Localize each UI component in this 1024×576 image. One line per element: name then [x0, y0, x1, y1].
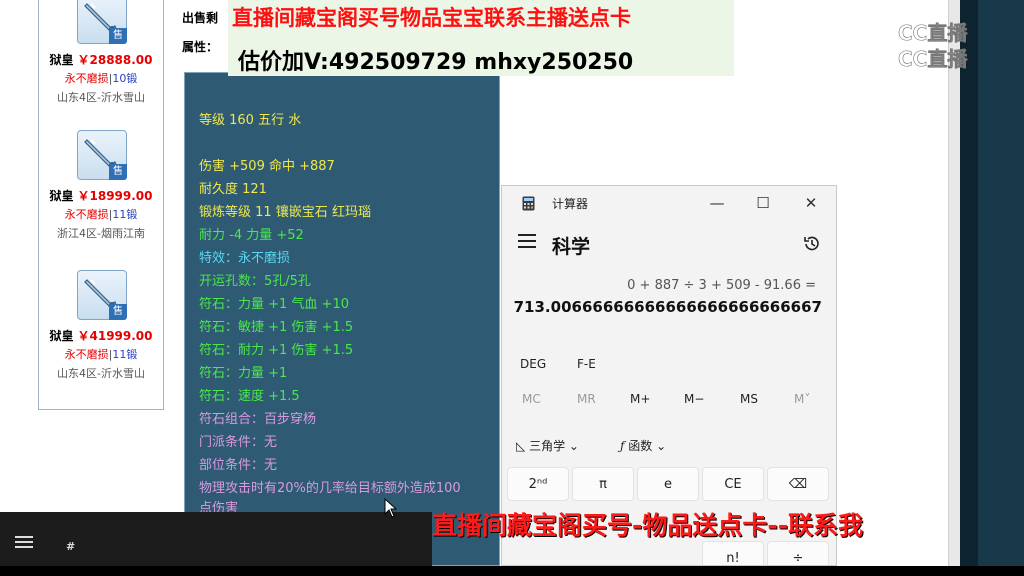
e-key[interactable]: e — [637, 467, 699, 501]
item-listing: 售狱皇 ￥28888.00 永不磨损|10锻 山东4区-沂水雪山售狱皇 ￥18999.0… — [38, 0, 164, 410]
stat-line: 符石组合：百步穿杨 — [199, 412, 317, 427]
sell-badge: 售 — [109, 28, 127, 44]
function-icon: ƒ — [620, 439, 625, 453]
item-server: 山东4区-沂水雪山 — [57, 91, 145, 104]
sell-badge: 售 — [109, 304, 127, 320]
chevron-down-icon: ⌄ — [656, 439, 667, 453]
item-thumbnail[interactable]: 售 — [77, 270, 127, 320]
item-price: ￥18999.00 — [77, 189, 153, 203]
item-durability: 永不磨损 — [64, 208, 109, 221]
item-name: 狱皇 — [49, 53, 74, 67]
item-forge-level: 10锻 — [112, 72, 138, 85]
stat-line: 符石：力量 +1 气血 +10 — [199, 297, 349, 312]
stat-line: 符石：力量 +1 — [199, 366, 288, 381]
bottom-edge — [0, 566, 1024, 576]
stat-line: 符石：耐力 +1 伤害 +1.5 — [199, 343, 354, 358]
stat-line: 符石：敏捷 +1 伤害 +1.5 — [199, 320, 354, 335]
deg-toggle[interactable]: DEG — [520, 357, 546, 371]
calculator-title: 计算器 — [552, 197, 589, 211]
close-button[interactable]: ✕ — [788, 190, 834, 216]
ms-button[interactable]: MS — [740, 392, 758, 406]
calculator-mode: 科学 — [552, 236, 591, 258]
function-label: 函数 — [628, 439, 653, 453]
stat-line: 特效：永不磨损 — [199, 251, 291, 266]
maximize-button[interactable]: ☐ — [740, 190, 786, 216]
stat-line: 部位条件：无 — [199, 458, 278, 473]
item-price: ￥41999.00 — [77, 329, 153, 343]
side-panel — [960, 0, 1024, 566]
item-name-price: 狱皇 ￥28888.00 — [39, 51, 163, 68]
factorial-key[interactable]: n! — [702, 541, 764, 565]
stat-line: 耐力 -4 力量 +52 — [199, 228, 304, 243]
second-key[interactable]: 2ⁿᵈ — [507, 467, 569, 501]
calculation-expression: 0 + 887 ÷ 3 + 509 - 91.66 = — [627, 278, 816, 293]
taskbar: # — [0, 512, 432, 566]
stream-banner: 直播间藏宝阁买号物品宝宝联系主播送点卡 估价加V:492509729 mhxy2… — [228, 0, 734, 76]
cc-live-logo: CC直播 CC直播 — [856, 10, 1016, 72]
divide-key[interactable]: ÷ — [767, 541, 829, 565]
backspace-key[interactable]: ⌫ — [767, 467, 829, 501]
sell-badge: 售 — [109, 164, 127, 180]
stat-line: 门派条件：无 — [199, 435, 278, 450]
stat-line: 开运孔数：5孔/5孔 — [199, 274, 311, 289]
item-thumbnail[interactable]: 售 — [77, 0, 127, 44]
pi-key[interactable]: π — [572, 467, 634, 501]
item-forge-level: 11锻 — [112, 348, 138, 361]
item-name: 狱皇 — [49, 329, 74, 343]
minimize-button[interactable]: — — [694, 190, 740, 216]
logo-text-bottom: CC直播 — [898, 47, 968, 71]
calculator-icon — [522, 196, 535, 211]
m-plus-button[interactable]: M+ — [630, 392, 650, 406]
item-name-price: 狱皇 ￥41999.00 — [39, 327, 163, 344]
banner-line2: 估价加V:492509729 mhxy250250 — [238, 50, 634, 75]
item-price: ￥28888.00 — [77, 53, 153, 67]
item-durability-row: 永不磨损|10锻 — [64, 72, 138, 85]
taskbar-hash-label[interactable]: # — [66, 540, 75, 553]
listing-item[interactable]: 售狱皇 ￥18999.00 永不磨损|11锻 浙江4区-烟雨江南 — [39, 130, 163, 260]
item-server: 山东4区-沂水雪山 — [57, 367, 145, 380]
mr-button[interactable]: MR — [577, 392, 596, 406]
m-minus-button[interactable]: M− — [684, 392, 704, 406]
ce-key[interactable]: CE — [702, 467, 764, 501]
seller-label: 出售剩 — [182, 11, 219, 25]
memory-list-button[interactable]: M˅ — [794, 392, 810, 406]
item-durability-row: 永不磨损|11锻 — [64, 208, 138, 221]
stat-line: 耐久度 121 — [199, 182, 267, 197]
item-durability: 永不磨损 — [64, 72, 109, 85]
chevron-down-icon: ⌄ — [568, 439, 579, 453]
item-thumbnail[interactable]: 售 — [77, 130, 127, 180]
item-stats-panel: 等级 160 五行 水伤害 +509 命中 +887 耐久度 121 锻炼等级 11… — [184, 72, 500, 566]
stat-line: 符石：速度 +1.5 — [199, 389, 300, 404]
trig-icon: ◺ — [516, 439, 526, 453]
menu-icon[interactable] — [518, 234, 536, 250]
stat-line: 伤害 +509 命中 +887 — [199, 159, 335, 174]
calculator-titlebar[interactable]: 计算器 — ☐ ✕ — [502, 186, 836, 220]
item-durability-row: 永不磨损|11锻 — [64, 348, 138, 361]
stat-line: 等级 160 五行 水 — [199, 113, 302, 128]
item-name-price: 狱皇 ￥18999.00 — [39, 187, 163, 204]
trig-dropdown[interactable]: ◺ 三角学 ⌄ — [516, 437, 579, 454]
history-icon[interactable] — [802, 234, 822, 254]
attribute-label: 属性： — [182, 40, 219, 54]
menu-icon[interactable] — [15, 536, 33, 548]
listing-item[interactable]: 售狱皇 ￥41999.00 永不磨损|11锻 山东4区-沂水雪山 — [39, 270, 163, 400]
stat-line: 锻炼等级 11 镶嵌宝石 红玛瑙 — [199, 205, 371, 220]
item-forge-level: 11锻 — [112, 208, 138, 221]
stat-line: 物理攻击时有20%的几率给目标额外造成100 — [199, 481, 461, 496]
logo-text-top: CC直播 — [898, 21, 968, 45]
calculation-result: 713.00666666666666666666666667 — [513, 298, 822, 316]
fe-toggle[interactable]: F-E — [577, 357, 596, 371]
mouse-cursor-icon — [384, 498, 398, 518]
page-scrollbar[interactable] — [948, 0, 960, 566]
mc-button[interactable]: MC — [522, 392, 541, 406]
item-name: 狱皇 — [49, 189, 74, 203]
listing-item[interactable]: 售狱皇 ￥28888.00 永不磨损|10锻 山东4区-沂水雪山 — [39, 0, 163, 130]
item-server: 浙江4区-烟雨江南 — [57, 227, 145, 240]
banner-line1: 直播间藏宝阁买号物品宝宝联系主播送点卡 — [232, 6, 631, 30]
stream-overlay-caption: 直播间藏宝阁买号-物品送点卡--联系我 — [432, 511, 864, 540]
trig-label: 三角学 — [529, 439, 566, 453]
item-durability: 永不磨损 — [64, 348, 109, 361]
function-dropdown[interactable]: ƒ 函数 ⌄ — [620, 437, 666, 454]
